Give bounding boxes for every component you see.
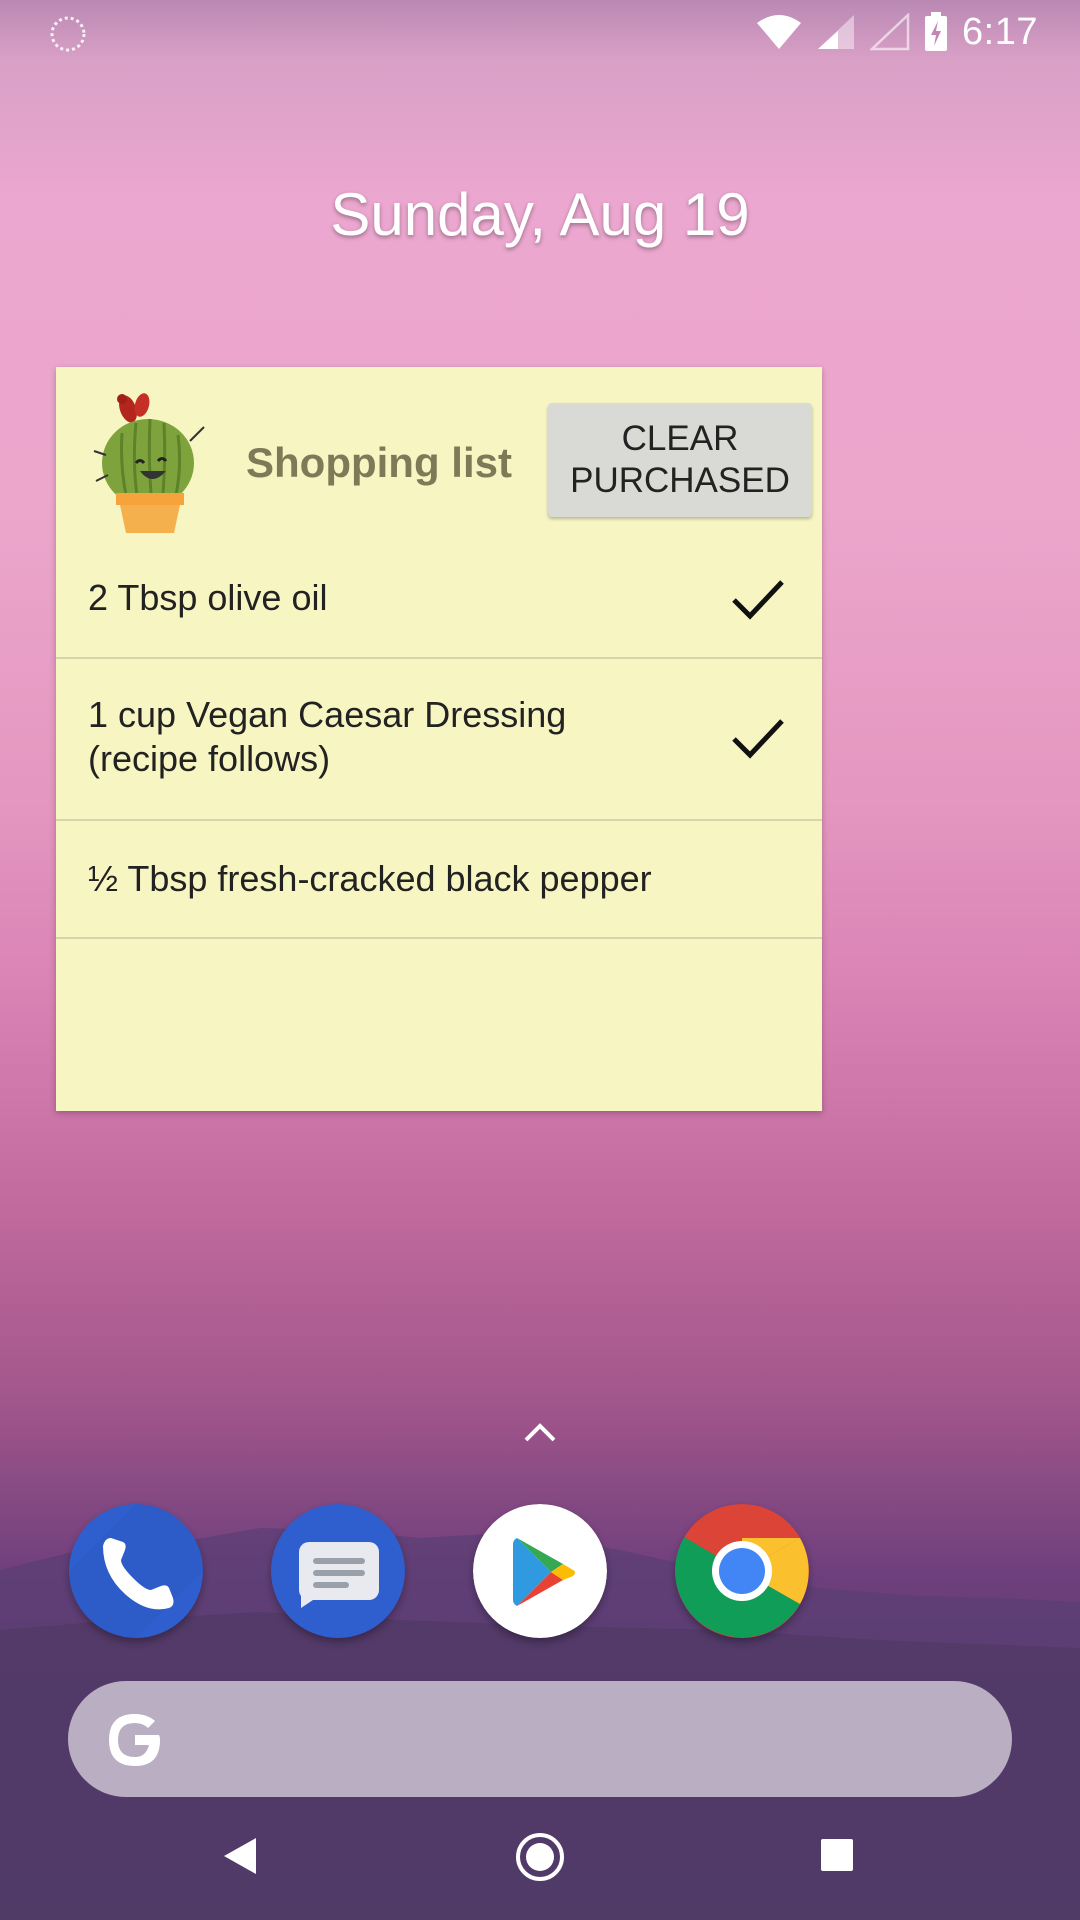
- recents-icon[interactable]: [820, 1838, 854, 1872]
- chrome-icon[interactable]: [675, 1504, 809, 1638]
- battery-charging-icon: [925, 12, 948, 51]
- clear-purchased-button[interactable]: CLEAR PURCHASED: [548, 403, 812, 517]
- app-drawer-arrow-icon[interactable]: [520, 1418, 560, 1446]
- status-time: 6:17: [962, 10, 1038, 53]
- messages-icon[interactable]: [271, 1504, 405, 1638]
- list-item-text: ½ Tbsp fresh-cracked black pepper: [88, 858, 652, 899]
- phone-icon[interactable]: [69, 1504, 203, 1638]
- list-item[interactable]: ½ Tbsp fresh-cracked black pepper: [56, 821, 822, 939]
- google-search-bar[interactable]: [68, 1681, 1012, 1797]
- back-icon[interactable]: [222, 1836, 258, 1876]
- shopping-list-widget: Shopping list CLEAR PURCHASED 2 Tbsp oli…: [56, 367, 822, 1111]
- list-item-text: 1 cup Vegan Caesar Dressing (recipe foll…: [88, 694, 567, 779]
- status-bar: 6:17: [0, 0, 1080, 63]
- widget-title[interactable]: Shopping list: [246, 439, 512, 487]
- sync-icon: [50, 16, 86, 52]
- widget-header: Shopping list CLEAR PURCHASED: [56, 367, 822, 542]
- cactus-logo-icon[interactable]: [92, 385, 222, 535]
- home-icon[interactable]: [514, 1831, 566, 1883]
- list-item[interactable]: 1 cup Vegan Caesar Dressing (recipe foll…: [56, 659, 822, 821]
- signal-icon: [818, 15, 855, 49]
- list-item[interactable]: 2 Tbsp olive oil: [56, 542, 822, 659]
- check-icon: [732, 580, 784, 620]
- clear-purchased-label-line2: PURCHASED: [570, 461, 790, 500]
- navigation-bar: [0, 1800, 1080, 1920]
- shopping-list: 2 Tbsp olive oil 1 cup Vegan Caesar Dres…: [56, 542, 822, 939]
- play-store-icon[interactable]: [473, 1504, 607, 1638]
- wifi-icon: [757, 15, 802, 49]
- check-icon: [732, 719, 784, 759]
- home-date[interactable]: Sunday, Aug 19: [0, 180, 1080, 249]
- no-signal-icon: [870, 13, 910, 51]
- list-item-text: 2 Tbsp olive oil: [88, 577, 328, 618]
- google-g-icon: [109, 1714, 160, 1766]
- clear-purchased-label-line1: CLEAR: [621, 419, 739, 458]
